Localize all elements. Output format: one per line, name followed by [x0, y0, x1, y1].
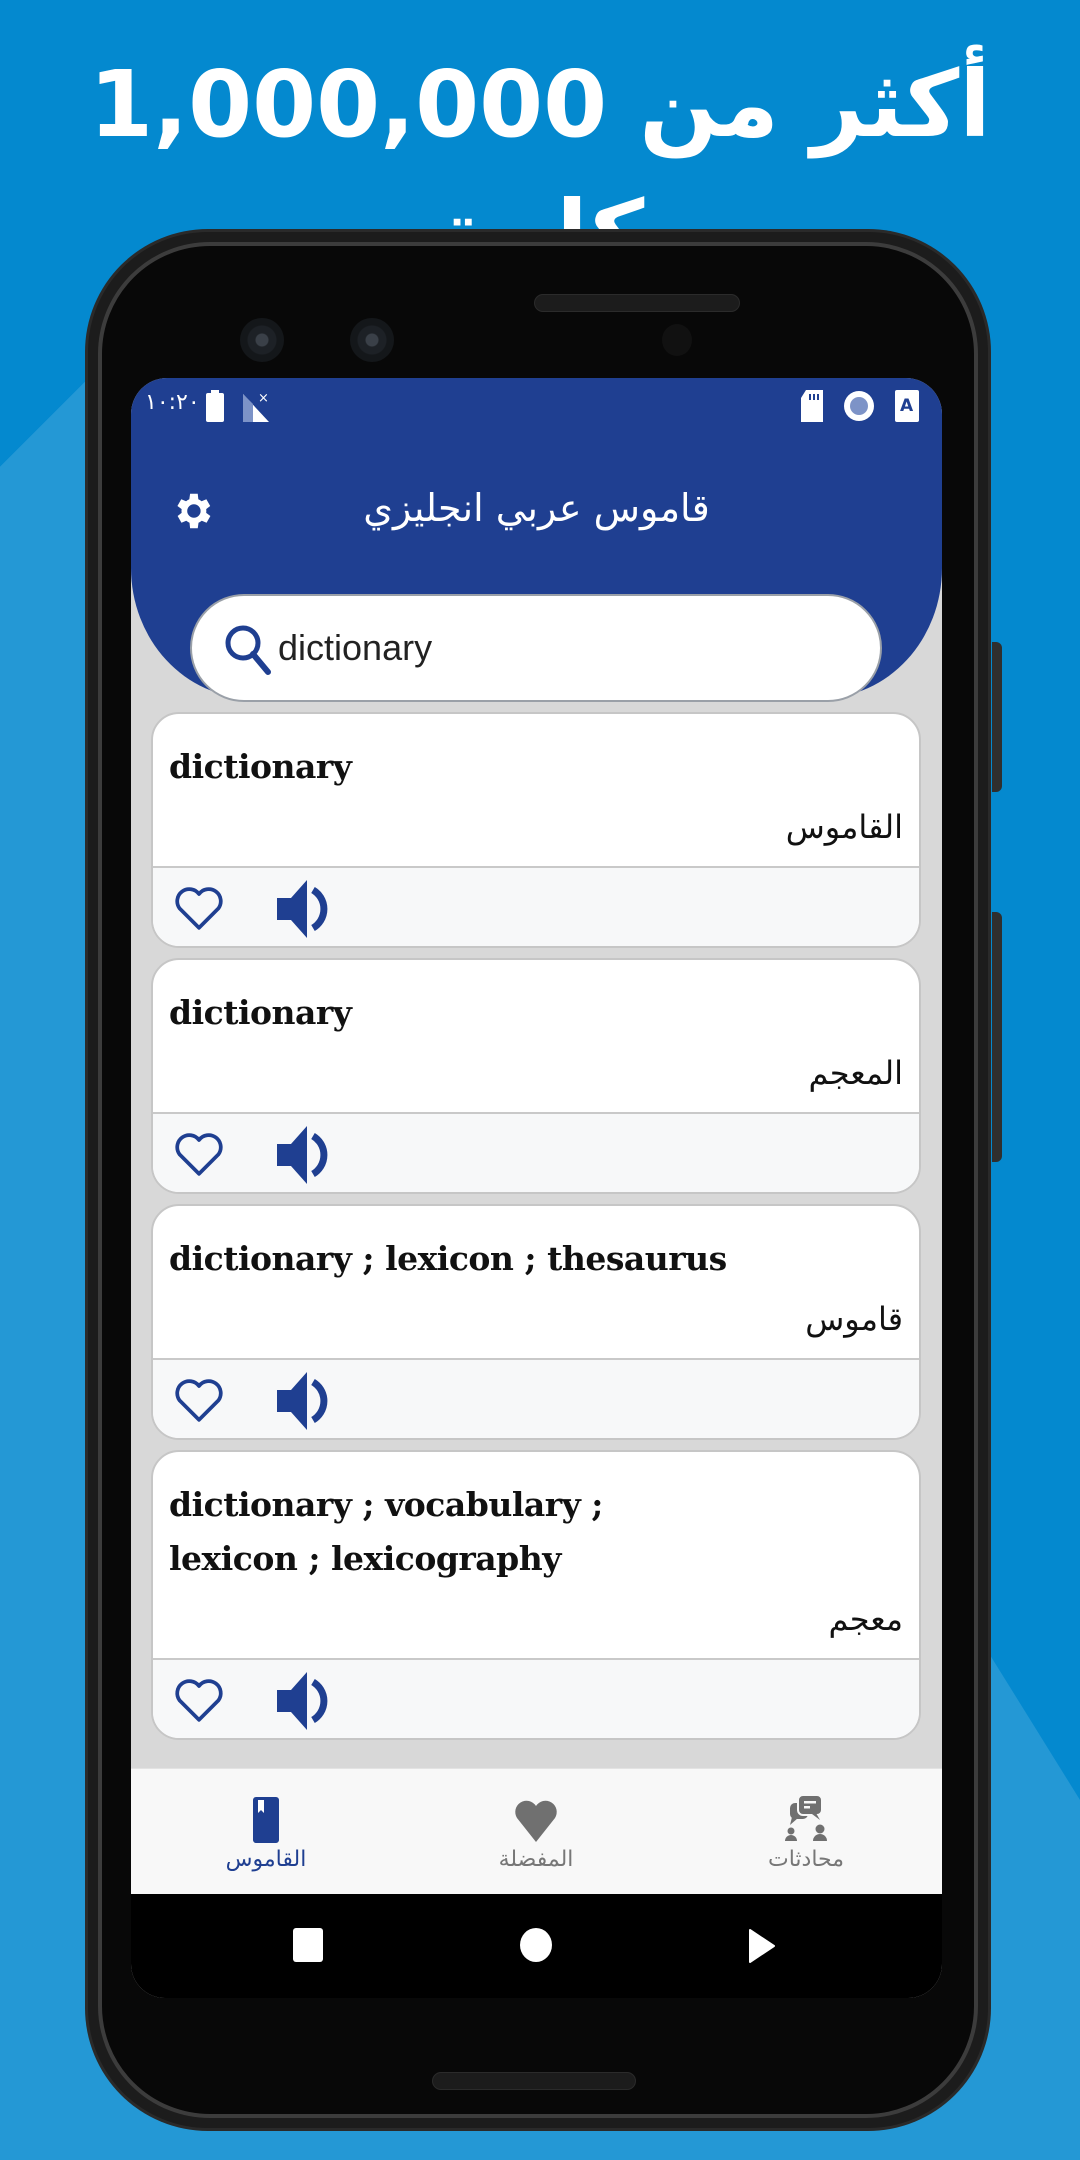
- no-signal-icon: ×: [243, 391, 269, 422]
- nav-item-favorites[interactable]: المفضلة: [401, 1769, 671, 1895]
- card-actions: [153, 866, 919, 946]
- book-icon: [253, 1797, 279, 1843]
- phone-screen: ١٠:٢٠ × A قاموس عربي انجليزي dictionary …: [131, 378, 942, 1998]
- heart-outline-icon: [175, 887, 223, 930]
- heart-outline-icon: [175, 1133, 223, 1176]
- arabic-translation: القاموس: [785, 808, 903, 846]
- result-card[interactable]: dictionary المعجم: [151, 958, 921, 1194]
- home-button[interactable]: [520, 1928, 552, 1962]
- search-icon: [225, 625, 271, 675]
- speak-button[interactable]: [275, 1124, 339, 1186]
- bottom-navigation: القاموس المفضلة محادثات: [131, 1768, 942, 1894]
- earpiece-speaker: [534, 294, 740, 312]
- arabic-translation: معجم: [828, 1600, 903, 1638]
- svg-text:×: ×: [258, 391, 269, 406]
- app-title: قاموس عربي انجليزي: [363, 486, 710, 530]
- favorite-button[interactable]: [171, 1672, 227, 1728]
- heart-outline-icon: [175, 1379, 223, 1422]
- english-term: dictionary: [169, 993, 352, 1032]
- speaker-icon: [277, 1126, 328, 1184]
- status-time: ١٠:٢٠: [145, 390, 200, 415]
- result-card[interactable]: dictionary ; lexicon ; thesaurus قاموس: [151, 1204, 921, 1440]
- system-navigation-bar: [131, 1894, 942, 1998]
- card-actions: [153, 1112, 919, 1192]
- card-actions: [153, 1658, 919, 1738]
- speaker-icon: [277, 1672, 328, 1730]
- arabic-translation: قاموس: [805, 1300, 903, 1338]
- favorite-button[interactable]: [171, 1372, 227, 1428]
- svg-text:A: A: [900, 396, 914, 416]
- speak-button[interactable]: [275, 1370, 339, 1432]
- sd-card-icon: [801, 390, 823, 422]
- volume-button: [992, 912, 1002, 1162]
- english-term: dictionary: [169, 747, 352, 786]
- speak-button[interactable]: [275, 878, 339, 940]
- record-icon: [844, 391, 874, 421]
- speaker-icon: [277, 880, 328, 938]
- english-term: dictionary ; lexicon ; thesaurus: [169, 1239, 727, 1278]
- status-bar: ١٠:٢٠ × A: [131, 378, 942, 434]
- result-card[interactable]: dictionary ; vocabulary ; lexicon ; lexi…: [151, 1450, 921, 1740]
- power-button: [992, 642, 1002, 792]
- conversation-icon: [785, 1794, 827, 1841]
- card-actions: [153, 1358, 919, 1438]
- nav-label: القاموس: [225, 1847, 307, 1872]
- back-button[interactable]: [747, 1928, 777, 1964]
- bottom-speaker: [432, 2072, 636, 2090]
- arabic-translation: المعجم: [808, 1054, 903, 1092]
- favorite-button[interactable]: [171, 1126, 227, 1182]
- favorite-button[interactable]: [171, 880, 227, 936]
- nav-label: محادثات: [767, 1847, 845, 1872]
- battery-icon: [206, 390, 224, 422]
- front-camera-icon: [350, 318, 394, 362]
- result-card[interactable]: dictionary القاموس: [151, 712, 921, 948]
- english-term: dictionary ; vocabulary ; lexicon ; lexi…: [169, 1485, 603, 1578]
- results-list: dictionary القاموس dictionary المعجم dic…: [151, 712, 921, 1750]
- heart-icon: [515, 1800, 557, 1842]
- speak-button[interactable]: [275, 1670, 339, 1732]
- nav-item-dictionary[interactable]: القاموس: [131, 1769, 401, 1895]
- search-input[interactable]: [278, 614, 838, 682]
- proximity-sensor: [662, 324, 692, 356]
- heart-outline-icon: [175, 1679, 223, 1722]
- nav-label: المفضلة: [498, 1847, 574, 1872]
- speaker-icon: [277, 1372, 328, 1430]
- app-header: ١٠:٢٠ × A قاموس عربي انجليزي dictionary: [131, 378, 942, 702]
- search-bar[interactable]: [190, 594, 882, 702]
- recents-button[interactable]: [293, 1928, 323, 1962]
- nav-item-conversations[interactable]: محادثات: [671, 1769, 941, 1895]
- keyboard-a-icon: A: [895, 390, 919, 422]
- front-camera-icon: [240, 318, 284, 362]
